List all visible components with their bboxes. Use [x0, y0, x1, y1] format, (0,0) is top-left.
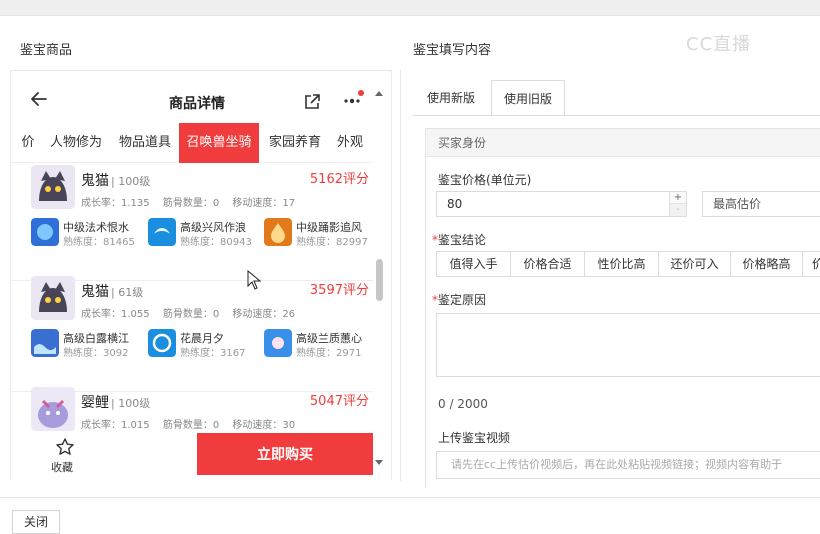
- pet-score: 5047评分: [309, 394, 369, 409]
- conclusion-label: *鉴宝结论: [432, 231, 486, 248]
- tab-new-version[interactable]: 使用新版: [413, 80, 489, 116]
- character-counter: 0 / 2000: [438, 397, 488, 411]
- wave-skill-icon: [31, 329, 59, 357]
- phone-header: 商品详情: [11, 71, 391, 123]
- estimate-select[interactable]: 最高估价: [702, 191, 820, 217]
- more-icon[interactable]: [341, 89, 365, 109]
- move-speed: 移动速度：17: [232, 198, 296, 209]
- tab-pets-mounts[interactable]: 召唤兽坐骑: [179, 123, 259, 163]
- pet-list: 鬼猫 | 100级 5162评分 成长率：1.135 筋骨数量：0 移动速度：1…: [11, 163, 373, 433]
- pet-level: | 100级: [111, 397, 151, 410]
- skill-item: 中级踊影追风 熟练度：82997: [264, 218, 373, 248]
- move-speed: 移动速度：30: [232, 420, 296, 431]
- video-label: 上传鉴宝视频: [438, 431, 511, 445]
- scroll-up-arrow-icon[interactable]: [374, 89, 384, 97]
- video-link-input[interactable]: 请先在cc上传估价视频后，再在此处粘贴视频链接；视频内容有助于: [436, 451, 820, 479]
- pet-name: 婴鲤: [81, 395, 109, 411]
- bone-count: 筋骨数量：0: [162, 198, 220, 209]
- appraisal-form: 买家身份 鉴宝价格(单位元) + - 最高估价 *鉴宝结论 值得入手 价格合适 …: [425, 128, 820, 488]
- right-section-title: 鉴宝填写内容: [413, 43, 492, 58]
- skill-proficiency: 熟练度：82997: [296, 237, 368, 248]
- reason-label-text: 鉴定原因: [438, 293, 487, 307]
- close-button[interactable]: 关闭: [12, 510, 60, 534]
- mouse-cursor-icon: [247, 270, 261, 290]
- skill-item: 花晨月夕 熟练度：3167: [148, 329, 263, 359]
- list-item[interactable]: 鬼猫 | 61级 3597评分 成长率：1.055 筋骨数量：0 移动速度：26…: [11, 274, 373, 392]
- pet-name: 鬼猫: [81, 284, 109, 300]
- list-item[interactable]: 鬼猫 | 100级 5162评分 成长率：1.135 筋骨数量：0 移动速度：1…: [11, 163, 373, 281]
- scroll-down-arrow-icon[interactable]: [374, 459, 384, 467]
- category-tabs: 价 人物修为 物品道具 召唤兽坐骑 家园养育 外观: [11, 123, 373, 163]
- pet-avatar: [31, 387, 75, 431]
- price-stepper: + -: [669, 191, 687, 217]
- pet-avatar: [31, 165, 75, 209]
- skill-item: 高级兰质蕙心 熟练度：2971: [264, 329, 373, 359]
- conclusion-bargain[interactable]: 还价可入: [659, 252, 731, 276]
- pet-score: 5162评分: [309, 172, 369, 187]
- conclusion-worth-buying[interactable]: 值得入手: [437, 252, 511, 276]
- list-item[interactable]: 婴鲤 | 100级 5047评分 成长率：1.015 筋骨数量：0 移动速度：3…: [11, 385, 373, 433]
- share-icon[interactable]: [303, 93, 321, 111]
- skill-proficiency: 熟练度：2971: [296, 348, 362, 359]
- bone-count: 筋骨数量：0: [162, 309, 220, 320]
- buy-now-button[interactable]: 立即购买: [197, 433, 373, 475]
- pet-score: 3597评分: [309, 283, 369, 298]
- growth-rate: 成长率：1.015: [81, 420, 150, 431]
- skill-item: 高级白露横江 熟练度：3092: [31, 329, 146, 359]
- pet-stats: 成长率：1.055 筋骨数量：0 移动速度：26: [81, 305, 305, 320]
- reason-label: *鉴定原因: [432, 291, 486, 308]
- fire-skill-icon: [264, 218, 292, 246]
- growth-rate: 成长率：1.135: [81, 198, 150, 209]
- tab-character[interactable]: 人物修为: [47, 123, 105, 163]
- tab-old-version[interactable]: 使用旧版: [491, 80, 565, 116]
- orchid-skill-icon: [264, 329, 292, 357]
- top-strip: [0, 0, 820, 16]
- skill-proficiency: 熟练度：3092: [63, 348, 129, 359]
- buyer-identity-header: 买家身份: [426, 129, 820, 157]
- product-preview-panel: 商品详情 价 人物修为 物品道具 召唤兽坐骑 家园养育 外观 鬼猫 | 100级…: [10, 70, 392, 480]
- conclusion-label-text: 鉴宝结论: [438, 233, 487, 247]
- favorite-label[interactable]: 收藏: [51, 459, 73, 475]
- left-section-title: 鉴宝商品: [20, 43, 73, 58]
- tab-items[interactable]: 物品道具: [115, 123, 175, 163]
- pet-avatar: [31, 276, 75, 320]
- growth-rate: 成长率：1.055: [81, 309, 150, 320]
- move-speed: 移动速度：26: [232, 309, 296, 320]
- skill-proficiency: 熟练度：80943: [180, 237, 252, 248]
- reason-textarea[interactable]: [436, 313, 820, 377]
- panel-divider: [400, 70, 401, 481]
- scrollbar-thumb[interactable]: [376, 259, 383, 301]
- tab-divider: [413, 115, 820, 116]
- dialog-footer: 关闭: [0, 497, 820, 534]
- conclusion-slightly-high[interactable]: 价格略高: [731, 252, 803, 276]
- skill-proficiency: 熟练度：81465: [63, 237, 135, 248]
- price-input[interactable]: [436, 191, 670, 217]
- conclusion-fair-price[interactable]: 价格合适: [511, 252, 585, 276]
- pet-name: 鬼猫: [81, 173, 109, 189]
- increment-button[interactable]: +: [670, 192, 686, 204]
- water-skill-icon: [31, 218, 59, 246]
- pet-level: | 100级: [111, 175, 151, 188]
- tab-appearance[interactable]: 外观: [335, 123, 365, 163]
- page-title: 商品详情: [169, 96, 225, 112]
- pet-stats: 成长率：1.015 筋骨数量：0 移动速度：30: [81, 416, 305, 431]
- price-label: 鉴宝价格(单位元): [438, 173, 532, 187]
- wind-skill-icon: [148, 218, 176, 246]
- swirl-skill-icon: [148, 329, 176, 357]
- conclusion-options: 值得入手 价格合适 性价比高 还价可入 价格略高 价: [436, 251, 820, 277]
- conclusion-more[interactable]: 价: [803, 252, 820, 276]
- skill-item: 高级兴风作浪 熟练度：80943: [148, 218, 263, 248]
- star-icon[interactable]: [55, 437, 75, 457]
- conclusion-good-value[interactable]: 性价比高: [585, 252, 659, 276]
- skill-proficiency: 熟练度：3167: [180, 348, 246, 359]
- bone-count: 筋骨数量：0: [162, 420, 220, 431]
- pet-stats: 成长率：1.135 筋骨数量：0 移动速度：17: [81, 194, 305, 209]
- decrement-button[interactable]: -: [670, 204, 686, 216]
- watermark: CC直播: [686, 34, 752, 55]
- tab-price[interactable]: 价: [17, 123, 39, 163]
- skill-item: 中级法术恨水 熟练度：81465: [31, 218, 146, 248]
- pet-level: | 61级: [111, 286, 144, 299]
- purchase-bar: 收藏 立即购买: [11, 433, 373, 480]
- tab-home[interactable]: 家园养育: [265, 123, 325, 163]
